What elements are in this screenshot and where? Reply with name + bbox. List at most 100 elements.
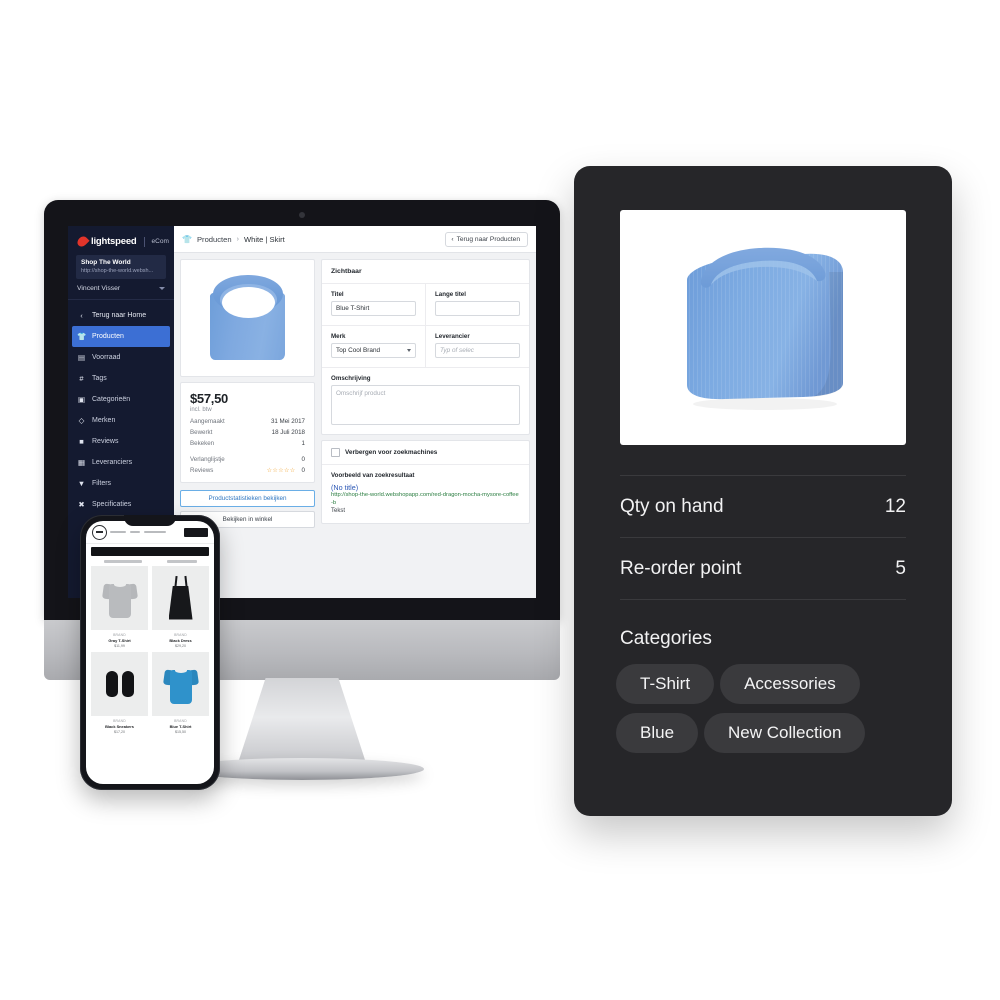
sidebar-item-back-home[interactable]: ‹ Terug naar Home — [68, 305, 174, 326]
sidebar-nav: ‹ Terug naar Home 👕 Producten ▤ Voorraad — [68, 300, 174, 515]
folded-tshirt-icon — [687, 247, 843, 410]
admin-main: 👕 Producten › White | Skirt ‹ Terug naar… — [174, 226, 536, 598]
cart-button[interactable] — [184, 527, 208, 537]
supplier-input[interactable]: Typ of selec — [435, 343, 520, 358]
tag-icon: ◇ — [78, 415, 85, 425]
stat-label: Aangemaakt — [190, 418, 225, 425]
categories-list: T-Shirt Accessories Blue New Collection — [616, 664, 910, 753]
seo-preview-title[interactable]: (No title) — [331, 483, 520, 492]
product-image[interactable] — [620, 210, 906, 445]
seo-preview-text: Tekst — [331, 508, 346, 515]
field-description: Omschrijving Omschrijf product — [322, 368, 529, 434]
re-order-point-row: Re-order point 5 — [620, 537, 906, 600]
shop-logo-icon[interactable] — [92, 524, 107, 540]
field-label: Omschrijving — [331, 375, 371, 382]
black-sneakers-icon — [103, 669, 137, 699]
list-item[interactable]: BRAND Black Dress $29,20 — [152, 565, 209, 648]
stat-row: Bekeken 1 — [190, 440, 305, 447]
breadcrumb-root[interactable]: Producten — [197, 235, 232, 244]
hide-from-search-row[interactable]: Verbergen voor zoekmachines — [322, 441, 529, 464]
chevron-left-icon: ‹ — [80, 310, 83, 320]
brand-select-value: Top Cool Brand — [336, 347, 381, 354]
brand-logo[interactable]: lightspeed eCom — [68, 226, 174, 255]
list-item[interactable]: BRAND Gray T-Shirt $11,99 — [91, 565, 148, 648]
product-image-card[interactable] — [180, 259, 315, 377]
category-chip-accessories[interactable]: Accessories — [720, 664, 860, 704]
sidebar-item-tags[interactable]: # Tags — [68, 368, 174, 389]
back-to-products-button[interactable]: ‹ Terug naar Producten — [445, 231, 528, 247]
user-menu[interactable]: Vincent Visser — [68, 279, 174, 301]
title-input-value: Blue T-Shirt — [336, 305, 370, 312]
description-placeholder: Omschrijf product — [336, 390, 386, 397]
checkbox-icon[interactable] — [331, 448, 340, 457]
rating-stars[interactable]: ☆☆☆☆☆ — [267, 467, 296, 474]
sidebar-item-label: Specificaties — [92, 501, 132, 509]
inventory-rows: Qty on hand 12 Re-order point 5 — [620, 475, 906, 600]
stat-row-reviews: Reviews ☆☆☆☆☆ 0 — [190, 467, 305, 474]
field-label: Leverancier — [435, 333, 470, 340]
stat-label: Verlanglijstje — [190, 456, 225, 463]
field-brand: Merk Top Cool Brand — [322, 326, 425, 367]
long-title-input[interactable] — [435, 301, 520, 316]
stat-label: Bekeken — [190, 440, 215, 447]
field-label: Merk — [331, 333, 346, 340]
sidebar-item-merken[interactable]: ◇ Merken — [68, 410, 174, 431]
product-thumbnail — [152, 565, 209, 630]
chevron-left-icon: ‹ — [451, 235, 454, 243]
back-button-label: Terug naar Producten — [456, 235, 520, 243]
brand-select[interactable]: Top Cool Brand — [331, 343, 416, 358]
brand-product: eCom — [151, 238, 169, 245]
shop-selector[interactable]: Shop The World http://shop-the-world.web… — [76, 255, 166, 280]
product-stats-card: $57,50 incl. btw Aangemaakt 31 Mei 2017 — [180, 382, 315, 483]
sidebar-item-reviews[interactable]: ■ Reviews — [68, 431, 174, 452]
sidebar-item-label: Leveranciers — [92, 459, 133, 467]
category-chip-new-collection[interactable]: New Collection — [704, 713, 866, 753]
product-brand: BRAND — [113, 632, 126, 637]
view-product-statistics-button[interactable]: Productstatistieken bekijken — [180, 490, 315, 507]
qty-on-hand-value: 12 — [884, 495, 906, 517]
sidebar-item-categorieen[interactable]: ▣ Categorieën — [68, 389, 174, 410]
sidebar-item-voorraad[interactable]: ▤ Voorraad — [68, 347, 174, 368]
product-price: $15,50 — [175, 729, 186, 734]
form-row-title: Titel Blue T-Shirt Lange titel — [322, 283, 529, 325]
breadcrumb-current: White | Skirt — [243, 234, 285, 244]
product-grid: BRAND Gray T-Shirt $11,99 BRAND Black Dr… — [86, 565, 214, 739]
sidebar-item-specificaties[interactable]: ✖ Specificaties — [68, 494, 174, 515]
category-chip-blue[interactable]: Blue — [616, 713, 699, 753]
admin-content: $57,50 incl. btw Aangemaakt 31 Mei 2017 — [174, 253, 536, 598]
list-item[interactable]: BRAND Blue T-Shirt $15,50 — [152, 651, 209, 734]
chevron-down-icon — [407, 349, 411, 352]
gray-tshirt-icon — [101, 578, 138, 618]
folder-icon: ▣ — [77, 394, 86, 404]
field-label: Titel — [331, 291, 344, 298]
sidebar-item-leveranciers[interactable]: ▦ Leveranciers — [68, 452, 174, 473]
phone-mockup: BRAND Gray T-Shirt $11,99 BRAND Black Dr… — [80, 515, 220, 790]
product-price: $11,99 — [114, 643, 125, 648]
form-section-title: Zichtbaar — [331, 268, 362, 275]
re-order-point-label: Re-order point — [620, 557, 742, 579]
title-input[interactable]: Blue T-Shirt — [331, 301, 416, 316]
product-brand: BRAND — [174, 718, 187, 723]
product-brand: BRAND — [113, 718, 126, 723]
webshop-subnav[interactable] — [86, 556, 214, 566]
sidebar-item-producten[interactable]: 👕 Producten — [72, 326, 170, 348]
blue-tshirt-icon — [162, 664, 199, 704]
stat-value: 31 Mei 2017 — [270, 418, 305, 425]
field-supplier: Leverancier Typ of selec — [425, 326, 529, 367]
category-chip-tshirt[interactable]: T-Shirt — [616, 664, 715, 704]
product-detail-card: Qty on hand 12 Re-order point 5 Categori… — [574, 166, 952, 816]
breadcrumb: 👕 Producten › White | Skirt — [182, 235, 285, 244]
webshop-nav[interactable] — [110, 530, 181, 534]
list-item[interactable]: BRAND Black Sneakers $17,20 — [91, 651, 148, 734]
search-bar[interactable] — [91, 547, 209, 556]
qty-on-hand-label: Qty on hand — [620, 495, 724, 517]
sidebar-item-label: Terug naar Home — [92, 312, 147, 320]
tshirt-icon: 👕 — [77, 331, 87, 341]
sidebar-item-filters[interactable]: ▼ Filters — [68, 473, 174, 494]
comment-icon: ■ — [79, 436, 84, 446]
product-right-column: Zichtbaar Titel Blue T-Shirt Lange titel… — [321, 259, 530, 592]
stat-row: Bewerkt 18 Juli 2018 — [190, 429, 305, 436]
field-title: Titel Blue T-Shirt — [322, 284, 425, 325]
description-textarea[interactable]: Omschrijf product — [331, 385, 520, 425]
sidebar-item-label: Producten — [92, 333, 124, 341]
